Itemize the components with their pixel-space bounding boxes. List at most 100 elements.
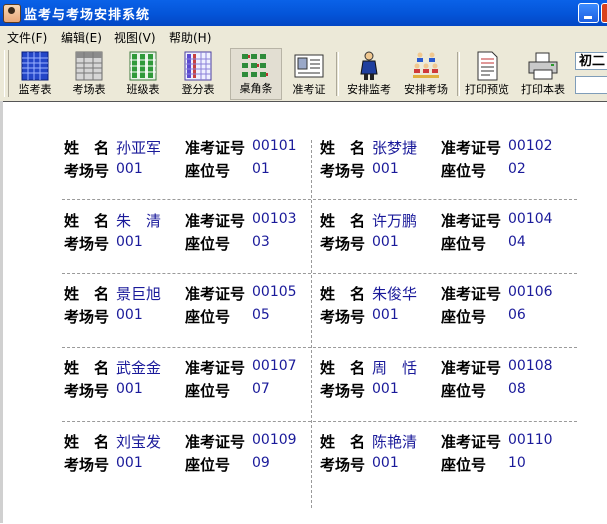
seat-number: 05 <box>252 307 270 323</box>
seat-number: 01 <box>252 161 270 177</box>
ticket-number: 00103 <box>252 211 297 227</box>
room-number: 001 <box>116 307 143 323</box>
seat-number-label: 座位号 <box>185 382 231 400</box>
ticket-number-label: 准考证号 <box>441 285 502 303</box>
room-number: 001 <box>116 161 143 177</box>
ticket-number: 00104 <box>508 211 553 227</box>
desk-label-card: 姓 名张梦捷 准考证号 00102 考场号 001 座位号 02 <box>320 137 560 197</box>
toolbar-button-invigilation-table[interactable]: 监考表 <box>11 48 59 100</box>
room-number: 001 <box>116 455 143 471</box>
toolbar-button-admission-ticket[interactable]: 准考证 <box>286 48 332 100</box>
app-icon[interactable] <box>3 4 21 23</box>
seat-number: 02 <box>508 161 526 177</box>
print-preview-icon <box>477 51 498 81</box>
toolbar-button-score-sheet[interactable]: 登分表 <box>173 48 223 100</box>
toolbar-separator <box>336 52 339 96</box>
name-label: 姓 名 <box>64 139 110 157</box>
toolbar-label: 桌角条 <box>239 82 273 95</box>
room-number-label: 考场号 <box>64 308 110 326</box>
room-number-label: 考场号 <box>320 235 366 253</box>
room-number: 001 <box>372 455 399 471</box>
menu-view[interactable]: 视图(V) <box>114 29 156 46</box>
ticket-number: 00106 <box>508 284 553 300</box>
toolbar-label: 打印预览 <box>465 83 509 96</box>
student-name: 景巨旭 <box>116 285 162 303</box>
grid-table-purple-icon <box>184 51 212 81</box>
toolbar-label: 考场表 <box>72 83 106 96</box>
toolbar-label: 打印本表 <box>521 83 565 96</box>
student-name: 朱俊华 <box>372 285 418 303</box>
name-label: 姓 名 <box>320 359 366 377</box>
menu-bar: 文件(F) 编辑(E) 视图(V) 帮助(H) <box>0 26 607 46</box>
room-number-label: 考场号 <box>64 235 110 253</box>
menu-help[interactable]: 帮助(H) <box>169 29 211 46</box>
student-name: 周 恬 <box>372 359 418 377</box>
student-name: 许万鹏 <box>372 212 418 230</box>
room-number-label: 考场号 <box>64 162 110 180</box>
toolbar-button-desk-labels[interactable]: 桌角条 <box>230 48 282 100</box>
room-number: 001 <box>372 234 399 250</box>
student-name: 武金金 <box>116 359 162 377</box>
name-label: 姓 名 <box>64 212 110 230</box>
ticket-number: 00108 <box>508 358 553 374</box>
seat-number-label: 座位号 <box>185 456 231 474</box>
ticket-number-label: 准考证号 <box>185 139 246 157</box>
room-number-label: 考场号 <box>320 308 366 326</box>
desk-label-card: 姓 名孙亚军 准考证号 00101 考场号 001 座位号 01 <box>64 137 304 197</box>
ticket-number: 00102 <box>508 138 553 154</box>
seat-number-label: 座位号 <box>441 308 487 326</box>
toolbar-button-exam-room-table[interactable]: 考场表 <box>65 48 113 100</box>
toolbar-button-assign-rooms[interactable]: 安排考场 <box>399 48 453 100</box>
seat-number-label: 座位号 <box>441 456 487 474</box>
ticket-number: 00110 <box>508 432 553 448</box>
menu-edit[interactable]: 编辑(E) <box>61 29 102 46</box>
desk-label-card: 姓 名景巨旭 准考证号 00105 考场号 001 座位号 05 <box>64 283 304 343</box>
secondary-select[interactable] <box>575 76 607 94</box>
toolbar-separator <box>457 52 460 96</box>
window-title: 监考与考场安排系统 <box>24 8 151 23</box>
student-name: 刘宝发 <box>116 433 162 451</box>
seat-number: 08 <box>508 381 526 397</box>
toolbar-label: 班级表 <box>126 83 160 96</box>
close-button[interactable] <box>601 3 607 23</box>
desk-labels-icon <box>242 54 268 77</box>
ticket-number-label: 准考证号 <box>185 433 246 451</box>
seat-number: 06 <box>508 307 526 323</box>
column-divider <box>311 140 312 508</box>
room-number: 001 <box>116 234 143 250</box>
room-number-label: 考场号 <box>64 456 110 474</box>
toolbar-grip[interactable] <box>4 50 9 97</box>
ticket-number: 00101 <box>252 138 297 154</box>
student-name: 朱 清 <box>116 212 162 230</box>
ticket-number-label: 准考证号 <box>185 359 246 377</box>
row-divider <box>62 347 577 348</box>
student-name: 陈艳清 <box>372 433 418 451</box>
toolbar-button-print[interactable]: 打印本表 <box>516 48 570 100</box>
room-number-label: 考场号 <box>64 382 110 400</box>
seat-number-label: 座位号 <box>185 162 231 180</box>
room-number: 001 <box>372 381 399 397</box>
person-icon <box>360 51 378 80</box>
grid-table-blue-icon <box>21 51 49 81</box>
desk-label-card: 姓 名刘宝发 准考证号 00109 考场号 001 座位号 09 <box>64 431 304 491</box>
ticket-number-label: 准考证号 <box>441 139 502 157</box>
title-bar: 监考与考场安排系统 <box>0 0 607 26</box>
desk-label-card: 姓 名朱 清 准考证号 00103 考场号 001 座位号 03 <box>64 210 304 270</box>
seat-number: 10 <box>508 455 526 471</box>
toolbar-button-class-table[interactable]: 班级表 <box>119 48 167 100</box>
desk-label-card: 姓 名周 恬 准考证号 00108 考场号 001 座位号 08 <box>320 357 560 417</box>
row-divider <box>62 273 577 274</box>
room-number: 001 <box>372 307 399 323</box>
room-number-label: 考场号 <box>320 456 366 474</box>
grade-select[interactable]: 初二 <box>575 52 607 70</box>
toolbar-label: 安排考场 <box>404 83 448 96</box>
ticket-number-label: 准考证号 <box>441 212 502 230</box>
menu-file[interactable]: 文件(F) <box>7 29 47 46</box>
grid-table-gray-icon <box>75 51 103 81</box>
toolbar-button-print-preview[interactable]: 打印预览 <box>461 48 513 100</box>
name-label: 姓 名 <box>320 433 366 451</box>
toolbar-label: 准考证 <box>292 83 326 96</box>
minimize-button[interactable] <box>578 3 599 23</box>
toolbar-button-assign-invigilators[interactable]: 安排监考 <box>342 48 396 100</box>
room-number: 001 <box>116 381 143 397</box>
